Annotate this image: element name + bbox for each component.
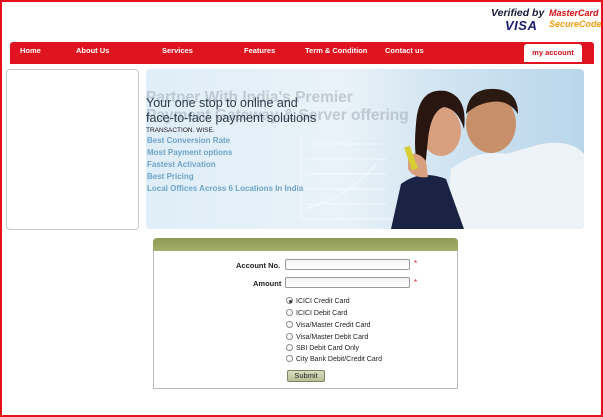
banner-tagline-1: Your one stop to online and (146, 96, 298, 110)
radio-icon[interactable] (286, 333, 293, 340)
submit-button[interactable]: Submit (287, 370, 325, 382)
required-mark: * (414, 259, 418, 268)
mastercard-securecode-logo: MasterCard SecureCode (549, 8, 602, 29)
radio-icon[interactable] (286, 355, 293, 362)
banner-feature: Local Offices Across 6 Locations In Indi… (147, 184, 304, 193)
verified-by-visa-logo: Verified by VISA (491, 7, 545, 33)
banner-feature: Fastest Activation (147, 160, 216, 169)
nav-about-us[interactable]: About Us (76, 46, 109, 55)
nav-services[interactable]: Services (162, 46, 193, 55)
sidebar-box (6, 69, 139, 230)
required-mark: * (414, 278, 418, 287)
hero-banner: Partner With India's Premier Payment Gat… (146, 69, 584, 229)
account-number-label: Account No. (236, 261, 281, 270)
radio-icon[interactable] (286, 321, 293, 328)
banner-feature: Best Pricing (147, 172, 194, 181)
banner-feature: Best Conversion Rate (147, 136, 231, 145)
nav-terms-conditions[interactable]: Term & Condition (305, 46, 367, 55)
payment-option-icici-debit[interactable]: ICICI Debit Card (286, 309, 347, 320)
payment-option-visa-master-debit[interactable]: Visa/Master Debit Card (286, 333, 368, 344)
amount-label: Amount (253, 279, 282, 288)
payment-option-sbi-debit[interactable]: SBI Debit Card Only (286, 344, 359, 355)
amount-input[interactable] (285, 277, 410, 288)
banner-tagline-2: face-to-face payment solutions (146, 111, 317, 125)
payment-form (153, 251, 458, 389)
nav-contact-us[interactable]: Contact us (385, 46, 424, 55)
form-header-bar (153, 238, 458, 252)
main-nav: Home About Us Services Features Term & C… (10, 42, 594, 61)
payment-option-icici-credit[interactable]: ICICI Credit Card (286, 297, 350, 308)
radio-icon[interactable] (286, 309, 293, 316)
radio-icon[interactable] (286, 344, 293, 351)
banner-small-text: TRANSACTION. WISE. (146, 127, 215, 134)
radio-selected-icon[interactable] (286, 297, 293, 304)
banner-feature: Most Payment options (147, 148, 233, 157)
nav-underline (10, 61, 594, 64)
payment-option-city-bank[interactable]: City Bank Debit/Credit Card (286, 355, 382, 366)
my-account-tab[interactable]: my account (524, 44, 582, 62)
account-number-input[interactable] (285, 259, 410, 270)
nav-home[interactable]: Home (20, 46, 41, 55)
payment-option-visa-master-credit[interactable]: Visa/Master Credit Card (286, 321, 371, 332)
nav-features[interactable]: Features (244, 46, 275, 55)
